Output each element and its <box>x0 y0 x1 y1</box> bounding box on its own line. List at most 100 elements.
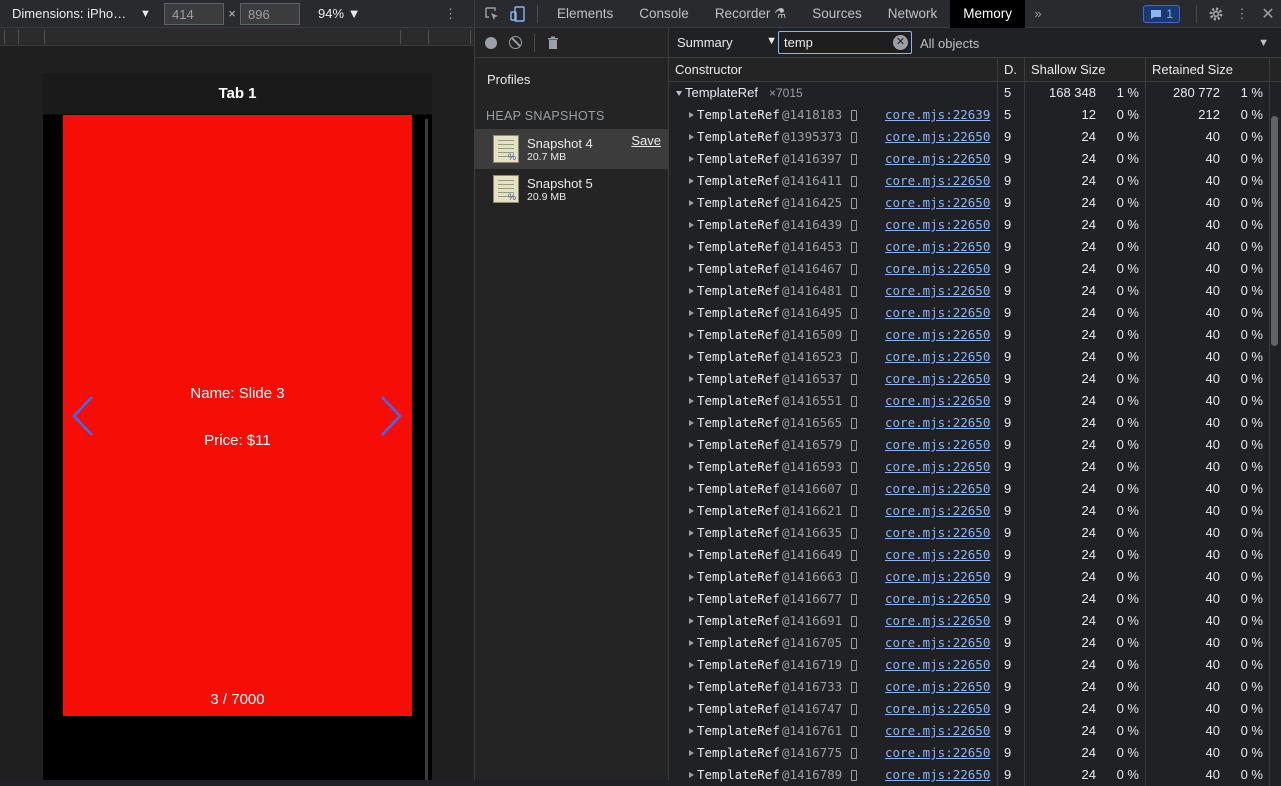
store-as-global-icon[interactable] <box>851 330 857 341</box>
more-options-icon[interactable]: ⋮ <box>444 6 457 22</box>
source-link[interactable]: core.mjs:22650 <box>885 522 990 544</box>
table-row[interactable]: TemplateRef @1416733 core.mjs:22650 9 24 0 % 4… <box>669 676 1281 698</box>
collapsed-triangle-icon[interactable] <box>689 156 694 162</box>
table-row[interactable]: TemplateRef @1416607 core.mjs:22650 9 24 0 % 4… <box>669 478 1281 500</box>
table-row[interactable]: TemplateRef @1416411 core.mjs:22650 9 24 0 % 4… <box>669 170 1281 192</box>
store-as-global-icon[interactable] <box>851 154 857 165</box>
table-row[interactable]: TemplateRef @1395373 core.mjs:22650 9 24 0 % 4… <box>669 126 1281 148</box>
store-as-global-icon[interactable] <box>851 308 857 319</box>
table-row[interactable]: TemplateRef @1416747 core.mjs:22650 9 24 0 % 4… <box>669 698 1281 720</box>
tab-elements[interactable]: Elements <box>544 0 626 28</box>
store-as-global-icon[interactable] <box>851 198 857 209</box>
table-row[interactable]: TemplateRef @1416635 core.mjs:22650 9 24 0 % 4… <box>669 522 1281 544</box>
store-as-global-icon[interactable] <box>851 110 857 121</box>
collapsed-triangle-icon[interactable] <box>689 310 694 316</box>
store-as-global-icon[interactable] <box>851 594 857 605</box>
collapsed-triangle-icon[interactable] <box>689 464 694 470</box>
collapsed-triangle-icon[interactable] <box>689 266 694 272</box>
source-link[interactable]: core.mjs:22650 <box>885 654 990 676</box>
column-distance[interactable]: D. <box>998 58 1025 82</box>
view-select[interactable]: Summary ▼ <box>677 35 777 50</box>
store-as-global-icon[interactable] <box>851 572 857 583</box>
collapsed-triangle-icon[interactable] <box>689 112 694 118</box>
table-row[interactable]: TemplateRef @1416425 core.mjs:22650 9 24 0 % 4… <box>669 192 1281 214</box>
tab-sources[interactable]: Sources <box>799 0 875 28</box>
table-row[interactable]: TemplateRef @1416761 core.mjs:22650 9 24 0 % 4… <box>669 720 1281 742</box>
source-link[interactable]: core.mjs:22650 <box>885 610 990 632</box>
collapsed-triangle-icon[interactable] <box>689 684 694 690</box>
table-row[interactable]: TemplateRef @1416397 core.mjs:22650 9 24 0 % 4… <box>669 148 1281 170</box>
collapsed-triangle-icon[interactable] <box>689 596 694 602</box>
collapsed-triangle-icon[interactable] <box>689 728 694 734</box>
collapsed-triangle-icon[interactable] <box>689 530 694 536</box>
store-as-global-icon[interactable] <box>851 770 857 781</box>
store-as-global-icon[interactable] <box>851 638 857 649</box>
column-shallow-size[interactable]: Shallow Size <box>1025 58 1146 82</box>
device-toolbar-icon[interactable] <box>505 0 531 28</box>
source-link[interactable]: core.mjs:22650 <box>885 588 990 610</box>
carousel-slide[interactable]: Name: Slide 3 Price: $11 3 / 7000 <box>63 115 412 716</box>
collapsed-triangle-icon[interactable] <box>689 772 694 778</box>
store-as-global-icon[interactable] <box>851 660 857 671</box>
clear-icon[interactable] <box>509 36 522 49</box>
source-link[interactable]: core.mjs:22650 <box>885 698 990 720</box>
source-link[interactable]: core.mjs:22650 <box>885 148 990 170</box>
store-as-global-icon[interactable] <box>851 550 857 561</box>
store-as-global-icon[interactable] <box>851 374 857 385</box>
source-link[interactable]: core.mjs:22650 <box>885 280 990 302</box>
collapsed-triangle-icon[interactable] <box>689 574 694 580</box>
chevron-down-icon[interactable]: ▼ <box>140 8 164 20</box>
column-constructor[interactable]: Constructor <box>669 58 998 82</box>
store-as-global-icon[interactable] <box>851 682 857 693</box>
collapsed-triangle-icon[interactable] <box>689 178 694 184</box>
source-link[interactable]: core.mjs:22650 <box>885 390 990 412</box>
table-row[interactable]: TemplateRef @1416677 core.mjs:22650 9 24 0 % 4… <box>669 588 1281 610</box>
table-row[interactable]: TemplateRef @1416663 core.mjs:22650 9 24 0 % 4… <box>669 566 1281 588</box>
chevron-right-icon[interactable] <box>380 395 402 437</box>
collapsed-triangle-icon[interactable] <box>689 640 694 646</box>
table-row[interactable]: TemplateRef @1416439 core.mjs:22650 9 24 0 % 4… <box>669 214 1281 236</box>
collapsed-triangle-icon[interactable] <box>689 486 694 492</box>
settings-gear-icon[interactable] <box>1203 0 1229 28</box>
more-tabs-icon[interactable]: » <box>1025 0 1051 28</box>
table-row[interactable]: TemplateRef @1416579 core.mjs:22650 9 24 0 % 4… <box>669 434 1281 456</box>
zoom-select[interactable]: 94% ▼ <box>318 6 368 21</box>
collapsed-triangle-icon[interactable] <box>689 222 694 228</box>
table-row[interactable]: TemplateRef @1416621 core.mjs:22650 9 24 0 % 4… <box>669 500 1281 522</box>
store-as-global-icon[interactable] <box>851 352 857 363</box>
tab-network[interactable]: Network <box>875 0 951 28</box>
source-link[interactable]: core.mjs:22650 <box>885 170 990 192</box>
trash-icon[interactable] <box>547 36 559 50</box>
collapsed-triangle-icon[interactable] <box>689 134 694 140</box>
clear-filter-icon[interactable]: ✕ <box>893 35 908 50</box>
table-row[interactable]: TemplateRef @1416509 core.mjs:22650 9 24 0 % 4… <box>669 324 1281 346</box>
table-row[interactable]: TemplateRef @1416789 core.mjs:22650 9 24 0 % 4… <box>669 764 1281 786</box>
source-link[interactable]: core.mjs:22650 <box>885 720 990 742</box>
collapsed-triangle-icon[interactable] <box>689 552 694 558</box>
table-row[interactable]: TemplateRef @1416691 core.mjs:22650 9 24 0 % 4… <box>669 610 1281 632</box>
table-row[interactable]: TemplateRef @1416467 core.mjs:22650 9 24 0 % 4… <box>669 258 1281 280</box>
collapsed-triangle-icon[interactable] <box>689 750 694 756</box>
tab-console[interactable]: Console <box>626 0 702 28</box>
source-link[interactable]: core.mjs:22650 <box>885 346 990 368</box>
table-row[interactable]: TemplateRef @1416593 core.mjs:22650 9 24 0 % 4… <box>669 456 1281 478</box>
constructor-group-row[interactable]: TemplateRef ×7015 5 168 348 1 % 280 772 … <box>669 82 1281 104</box>
collapsed-triangle-icon[interactable] <box>689 332 694 338</box>
collapsed-triangle-icon[interactable] <box>689 508 694 514</box>
table-row[interactable]: TemplateRef @1416649 core.mjs:22650 9 24 0 % 4… <box>669 544 1281 566</box>
store-as-global-icon[interactable] <box>851 528 857 539</box>
store-as-global-icon[interactable] <box>851 704 857 715</box>
collapsed-triangle-icon[interactable] <box>689 354 694 360</box>
tab-recorder[interactable]: Recorder ⚗ <box>702 0 799 28</box>
store-as-global-icon[interactable] <box>851 286 857 297</box>
expanded-triangle-icon[interactable] <box>676 91 682 96</box>
collapsed-triangle-icon[interactable] <box>689 706 694 712</box>
table-row[interactable]: TemplateRef @1416537 core.mjs:22650 9 24 0 % 4… <box>669 368 1281 390</box>
source-link[interactable]: core.mjs:22639 <box>885 104 990 126</box>
grid-scrollbar[interactable] <box>1271 116 1278 346</box>
table-row[interactable]: TemplateRef @1416705 core.mjs:22650 9 24 0 % 4… <box>669 632 1281 654</box>
tab-memory[interactable]: Memory <box>950 0 1026 28</box>
table-row[interactable]: TemplateRef @1416551 core.mjs:22650 9 24 0 % 4… <box>669 390 1281 412</box>
source-link[interactable]: core.mjs:22650 <box>885 632 990 654</box>
source-link[interactable]: core.mjs:22650 <box>885 324 990 346</box>
